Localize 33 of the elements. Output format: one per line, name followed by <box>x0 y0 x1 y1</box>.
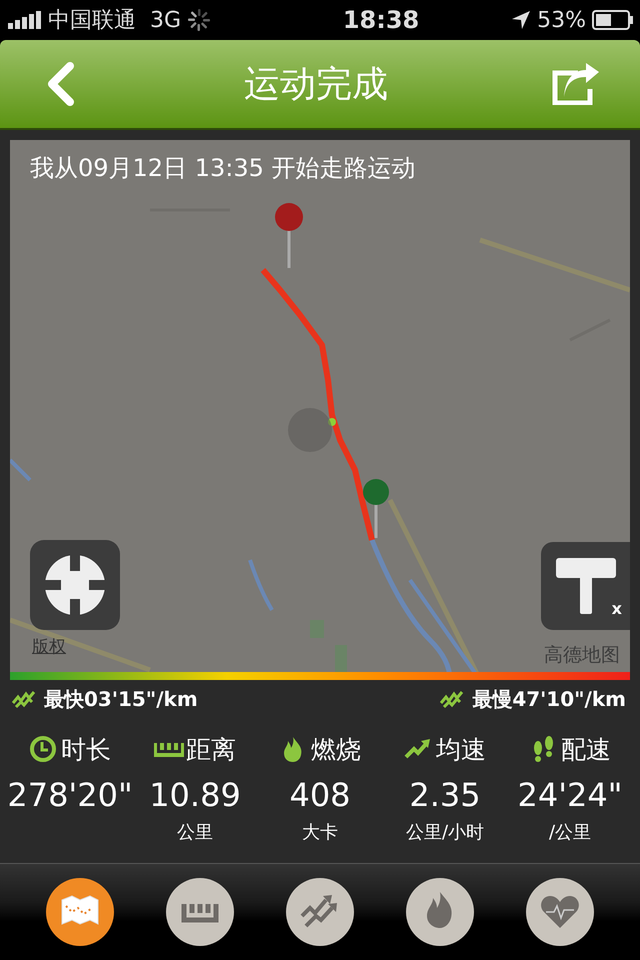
stat-unit: /公里 <box>548 821 592 844</box>
location-arrow-icon <box>511 10 532 30</box>
battery-icon <box>592 10 634 30</box>
stat-value: 10.89 <box>149 776 241 814</box>
screen-title: 运动完成 <box>244 62 388 106</box>
stat-unit: 公里 <box>177 821 213 844</box>
slowest-pace: 最慢47'10"/km <box>472 686 626 712</box>
map-provider-label: 高德地图 <box>544 643 620 668</box>
battery-percent: 53% <box>537 8 586 32</box>
zigzag-icon <box>440 689 464 709</box>
stat-label: 距离 <box>186 734 236 766</box>
stat-value: 408 <box>289 776 351 814</box>
stat-value: 24'24" <box>518 776 622 814</box>
stat-label: 配速 <box>561 734 611 766</box>
route-caption: 我从09月12日 13:35 开始走路运动 <box>30 153 416 184</box>
traffic-button[interactable]: x <box>541 542 630 630</box>
stat-label: 时长 <box>61 734 111 766</box>
zigzag-icon <box>12 689 36 709</box>
clock-time: 18:38 <box>342 6 420 34</box>
fastest-pace: 最快03'15"/km <box>44 686 198 712</box>
share-icon[interactable] <box>552 63 600 105</box>
stat-label: 燃烧 <box>311 734 361 766</box>
stat-label: 均速 <box>436 734 486 766</box>
network-type: 3G <box>150 8 182 32</box>
stat-value: 278'20" <box>7 776 133 814</box>
loading-icon <box>187 8 212 32</box>
carrier-name: 中国联通 <box>48 7 136 35</box>
signal-icon <box>8 11 42 29</box>
stat-value: 2.35 <box>409 776 481 814</box>
stat-unit: 大卡 <box>302 821 338 844</box>
locate-icon[interactable] <box>30 540 120 630</box>
stat-unit: 公里/小时 <box>406 821 484 844</box>
clock-icon <box>29 735 59 763</box>
